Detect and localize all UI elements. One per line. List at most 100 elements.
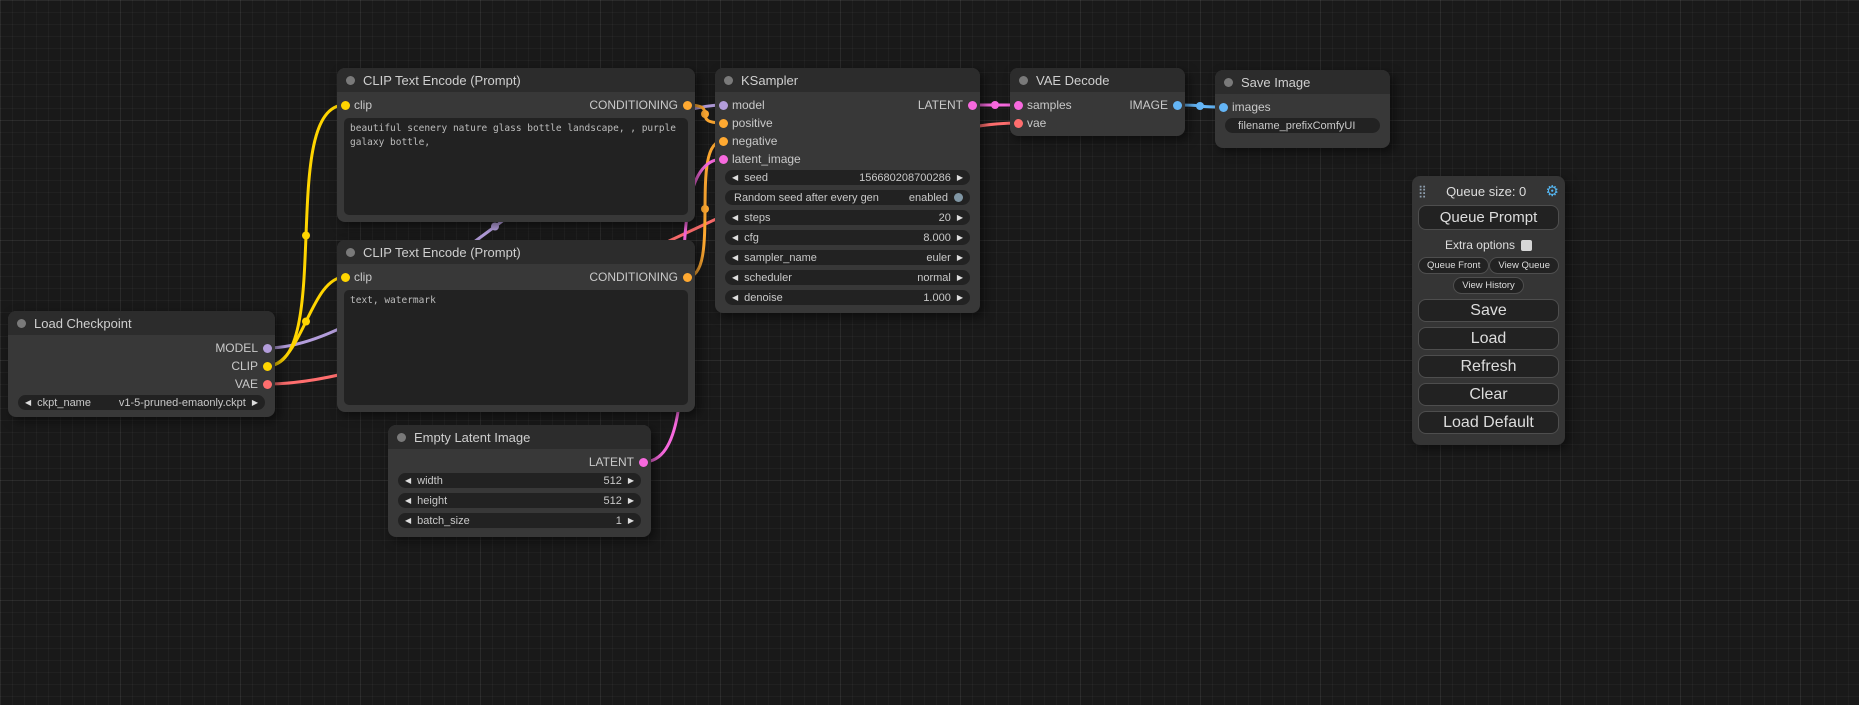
wire-midpoint-dot[interactable] [991,101,999,109]
queue-front-button[interactable]: Queue Front [1418,257,1489,274]
latent-output-dot[interactable] [639,458,648,467]
increment-arrow-icon[interactable]: ▶ [957,290,963,305]
node-title-bar[interactable]: KSampler [715,68,980,92]
widget-denoise[interactable]: ◀denoise1.000▶ [725,290,970,305]
increment-arrow-icon[interactable]: ▶ [957,270,963,285]
clip-input-dot[interactable] [341,101,350,110]
collapse-dot-icon[interactable] [397,433,406,442]
node-title-bar[interactable]: CLIP Text Encode (Prompt) [337,68,695,92]
node-canvas[interactable]: ⣿ Queue size: 0 ⚙ Queue Prompt Extra opt… [0,0,1859,705]
wire-midpoint-dot[interactable] [701,205,709,213]
wire-midpoint-dot[interactable] [302,232,310,240]
node-empty-latent-image[interactable]: Empty Latent ImageLATENT◀width512▶◀heigh… [388,425,651,537]
input-slot-label: clip [354,268,372,286]
positive-input-dot[interactable] [719,119,728,128]
view-queue-button[interactable]: View Queue [1489,257,1559,274]
decrement-arrow-icon[interactable]: ◀ [405,493,411,508]
clear-button[interactable]: Clear [1418,383,1559,406]
image-output-dot[interactable] [1173,101,1182,110]
widget-batch-size[interactable]: ◀batch_size1▶ [398,513,641,528]
node-clip-text-encode-positive[interactable]: CLIP Text Encode (Prompt)clipCONDITIONIN… [337,68,695,222]
widget-label: cfg [744,232,759,244]
collapse-dot-icon[interactable] [1224,78,1233,87]
increment-arrow-icon[interactable]: ▶ [957,250,963,265]
widget-seed[interactable]: ◀seed156680208700286▶ [725,170,970,185]
widget-value: euler [926,252,950,264]
decrement-arrow-icon[interactable]: ◀ [732,170,738,185]
conditioning-output-dot[interactable] [683,101,692,110]
decrement-arrow-icon[interactable]: ◀ [732,230,738,245]
queue-menu-panel[interactable]: ⣿ Queue size: 0 ⚙ Queue Prompt Extra opt… [1412,176,1565,445]
increment-arrow-icon[interactable]: ▶ [957,170,963,185]
node-title-bar[interactable]: CLIP Text Encode (Prompt) [337,240,695,264]
widget-width[interactable]: ◀width512▶ [398,473,641,488]
collapse-dot-icon[interactable] [1019,76,1028,85]
settings-gear-icon[interactable]: ⚙ [1546,182,1559,200]
widget-ckpt-name[interactable]: ◀ckpt_namev1-5-pruned-emaonly.ckpt▶ [18,395,265,410]
wire-midpoint-dot[interactable] [1196,102,1204,110]
wire-midpoint-dot[interactable] [701,110,709,118]
node-save-image[interactable]: Save Imageimagesfilename_prefixComfyUI [1215,70,1390,148]
wire-midpoint-dot[interactable] [491,223,499,231]
increment-arrow-icon[interactable]: ▶ [957,210,963,225]
increment-arrow-icon[interactable]: ▶ [957,230,963,245]
model-output-dot[interactable] [263,344,272,353]
widget-scheduler[interactable]: ◀schedulernormal▶ [725,270,970,285]
decrement-arrow-icon[interactable]: ◀ [405,513,411,528]
decrement-arrow-icon[interactable]: ◀ [732,270,738,285]
negative-input-dot[interactable] [719,137,728,146]
widget-label: filename_prefix [1238,120,1313,132]
collapse-dot-icon[interactable] [346,76,355,85]
increment-arrow-icon[interactable]: ▶ [628,493,634,508]
widget-random-seed-after-every-gen[interactable]: Random seed after every genenabled [725,190,970,205]
decrement-arrow-icon[interactable]: ◀ [25,395,31,410]
widget-steps[interactable]: ◀steps20▶ [725,210,970,225]
node-title-bar[interactable]: VAE Decode [1010,68,1185,92]
input-slot-label: vae [1027,114,1046,132]
drag-handle-icon[interactable]: ⣿ [1418,184,1427,198]
latent_image-input-dot[interactable] [719,155,728,164]
wire-midpoint-dot[interactable] [302,318,310,326]
save-button[interactable]: Save [1418,299,1559,322]
decrement-arrow-icon[interactable]: ◀ [732,290,738,305]
node-title-bar[interactable]: Load Checkpoint [8,311,275,335]
queue-prompt-button[interactable]: Queue Prompt [1418,205,1559,230]
collapse-dot-icon[interactable] [724,76,733,85]
refresh-button[interactable]: Refresh [1418,355,1559,378]
node-vae-decode[interactable]: VAE DecodesamplesIMAGEvae [1010,68,1185,136]
decrement-arrow-icon[interactable]: ◀ [405,473,411,488]
slot-area: clipCONDITIONING [337,268,695,286]
prompt-text-area[interactable]: text, watermark [344,290,688,405]
clip-input-dot[interactable] [341,273,350,282]
toggle-dot-icon[interactable] [954,193,963,202]
images-input-dot[interactable] [1219,103,1228,112]
view-history-button[interactable]: View History [1453,277,1524,294]
load-default-button[interactable]: Load Default [1418,411,1559,434]
increment-arrow-icon[interactable]: ▶ [628,473,634,488]
load-button[interactable]: Load [1418,327,1559,350]
model-input-dot[interactable] [719,101,728,110]
node-load-checkpoint[interactable]: Load CheckpointMODELCLIPVAE◀ckpt_namev1-… [8,311,275,417]
node-title-bar[interactable]: Empty Latent Image [388,425,651,449]
widget-cfg[interactable]: ◀cfg8.000▶ [725,230,970,245]
decrement-arrow-icon[interactable]: ◀ [732,210,738,225]
increment-arrow-icon[interactable]: ▶ [252,395,258,410]
collapse-dot-icon[interactable] [17,319,26,328]
increment-arrow-icon[interactable]: ▶ [628,513,634,528]
node-title-bar[interactable]: Save Image [1215,70,1390,94]
decrement-arrow-icon[interactable]: ◀ [732,250,738,265]
widget-sampler-name[interactable]: ◀sampler_nameeuler▶ [725,250,970,265]
widget-filename-prefix[interactable]: filename_prefixComfyUI [1225,118,1380,133]
widget-height[interactable]: ◀height512▶ [398,493,641,508]
prompt-text-area[interactable]: beautiful scenery nature glass bottle la… [344,118,688,215]
clip-output-dot[interactable] [263,362,272,371]
extra-options-checkbox[interactable] [1521,240,1532,251]
vae-input-dot[interactable] [1014,119,1023,128]
conditioning-output-dot[interactable] [683,273,692,282]
node-clip-text-encode-negative[interactable]: CLIP Text Encode (Prompt) clipCONDITIONIN… [337,240,695,412]
latent-output-dot[interactable] [968,101,977,110]
samples-input-dot[interactable] [1014,101,1023,110]
collapse-dot-icon[interactable] [346,248,355,257]
vae-output-dot[interactable] [263,380,272,389]
node-ksampler[interactable]: KSamplermodelLATENTpositivenegativelaten… [715,68,980,313]
